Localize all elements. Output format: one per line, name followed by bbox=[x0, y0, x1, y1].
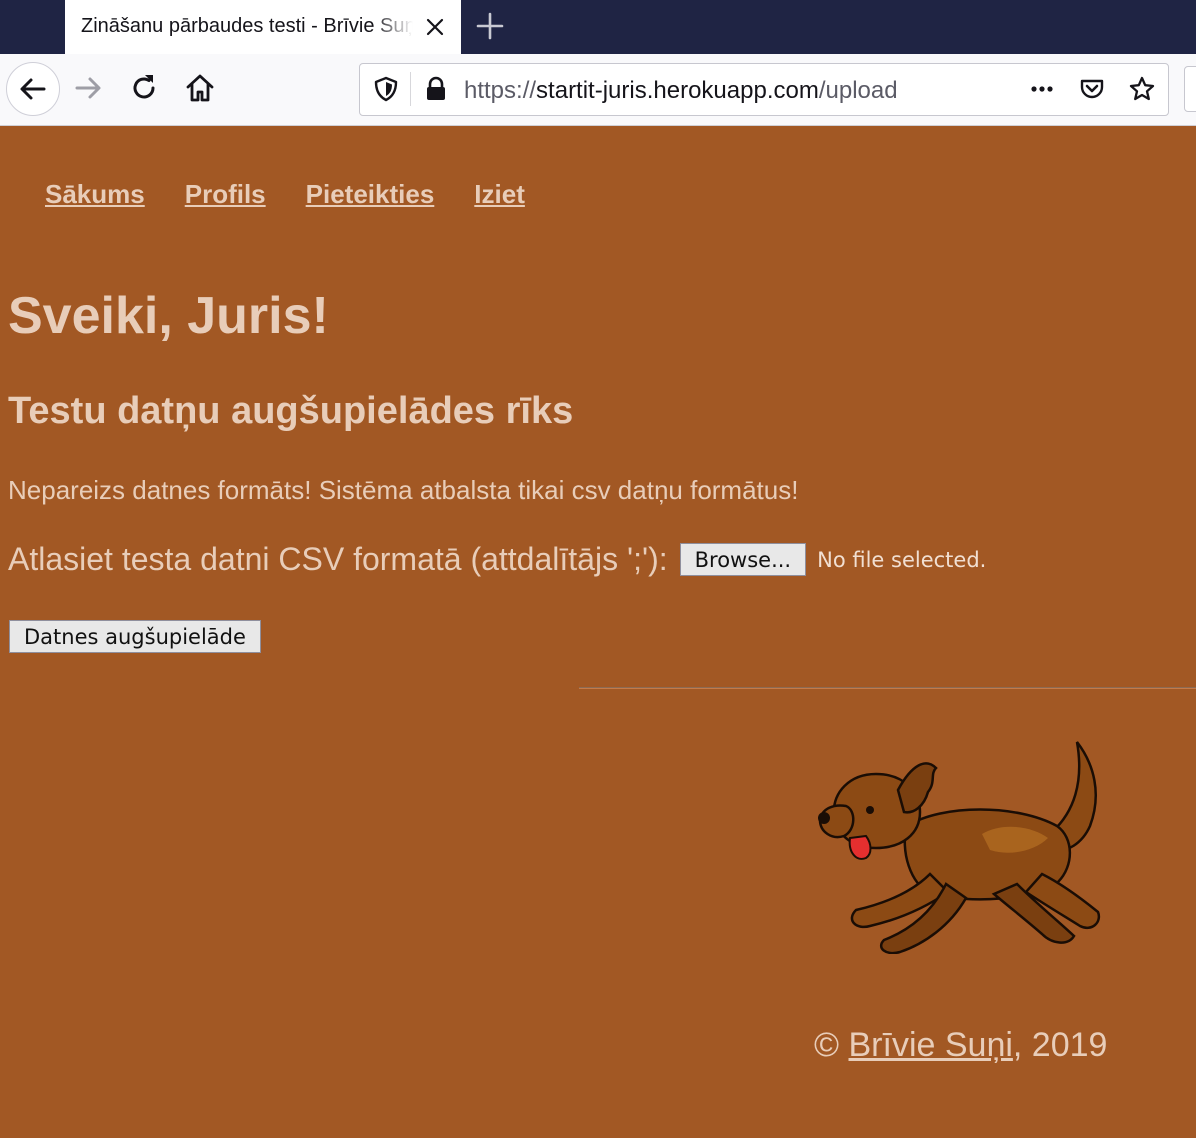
browse-button[interactable]: Browse... bbox=[679, 543, 807, 576]
arrow-right-icon bbox=[75, 77, 101, 99]
url-host: startit-juris.herokuapp.com bbox=[536, 77, 819, 104]
plus-icon[interactable] bbox=[474, 10, 506, 42]
more-options-icon[interactable] bbox=[1028, 75, 1056, 103]
close-icon[interactable] bbox=[421, 13, 449, 41]
toolbar-overflow-button[interactable] bbox=[1184, 66, 1196, 112]
footer-year: , 2019 bbox=[1012, 1026, 1108, 1064]
star-icon[interactable] bbox=[1128, 75, 1156, 103]
url-text[interactable]: https://startit-juris.herokuapp.com/uplo… bbox=[464, 77, 898, 105]
active-tab[interactable]: Zināšanu pārbaudes testi - Brīvie Suņi bbox=[65, 0, 461, 54]
tab-title: Zināšanu pārbaudes testi - Brīvie Suņi bbox=[81, 15, 413, 37]
home-button[interactable] bbox=[178, 66, 222, 110]
address-bar[interactable]: https://startit-juris.herokuapp.com/uplo… bbox=[359, 63, 1169, 116]
footer: © Brīvie Suņi, 2019 bbox=[814, 1026, 1107, 1065]
tool-title: Testu datņu augšupielādes rīks bbox=[8, 390, 574, 432]
file-picker-row: Atlasiet testa datni CSV formatā (attdal… bbox=[8, 541, 986, 578]
main-nav: Sākums Profils Pieteikties Iziet bbox=[45, 179, 565, 210]
tab-strip: Zināšanu pārbaudes testi - Brīvie Suņi bbox=[0, 0, 1196, 54]
upload-button[interactable]: Datnes augšupielāde bbox=[9, 620, 261, 653]
pocket-icon[interactable] bbox=[1078, 75, 1106, 103]
arrow-left-icon bbox=[20, 78, 46, 100]
navigation-toolbar: https://startit-juris.herokuapp.com/uplo… bbox=[0, 54, 1196, 126]
shield-icon[interactable] bbox=[372, 75, 400, 103]
horizontal-rule bbox=[579, 687, 1196, 689]
error-message: Nepareizs datnes formāts! Sistēma atbals… bbox=[8, 475, 799, 505]
nav-link-login[interactable]: Pieteikties bbox=[306, 179, 435, 210]
no-file-text: No file selected. bbox=[817, 547, 987, 572]
reload-button[interactable] bbox=[122, 66, 166, 110]
copyright-symbol: © bbox=[814, 1026, 849, 1064]
greeting-heading: Sveiki, Juris! bbox=[8, 287, 329, 345]
running-dog-image bbox=[818, 741, 1101, 954]
nav-link-home[interactable]: Sākums bbox=[45, 179, 145, 210]
home-icon bbox=[186, 74, 214, 102]
footer-link[interactable]: Brīvie Suņi bbox=[849, 1026, 1013, 1064]
file-label: Atlasiet testa datni CSV formatā (attdal… bbox=[8, 541, 668, 577]
reload-icon bbox=[133, 75, 155, 99]
page-content: Sākums Profils Pieteikties Iziet Sveiki,… bbox=[0, 126, 1196, 1138]
nav-link-logout[interactable]: Iziet bbox=[474, 179, 525, 210]
forward-button[interactable] bbox=[66, 66, 110, 110]
back-button[interactable] bbox=[6, 62, 60, 116]
url-path: /upload bbox=[818, 77, 898, 104]
url-separator bbox=[410, 72, 411, 106]
nav-link-profile[interactable]: Profils bbox=[185, 179, 266, 210]
url-scheme: https:// bbox=[464, 77, 537, 104]
lock-icon[interactable] bbox=[422, 75, 450, 103]
